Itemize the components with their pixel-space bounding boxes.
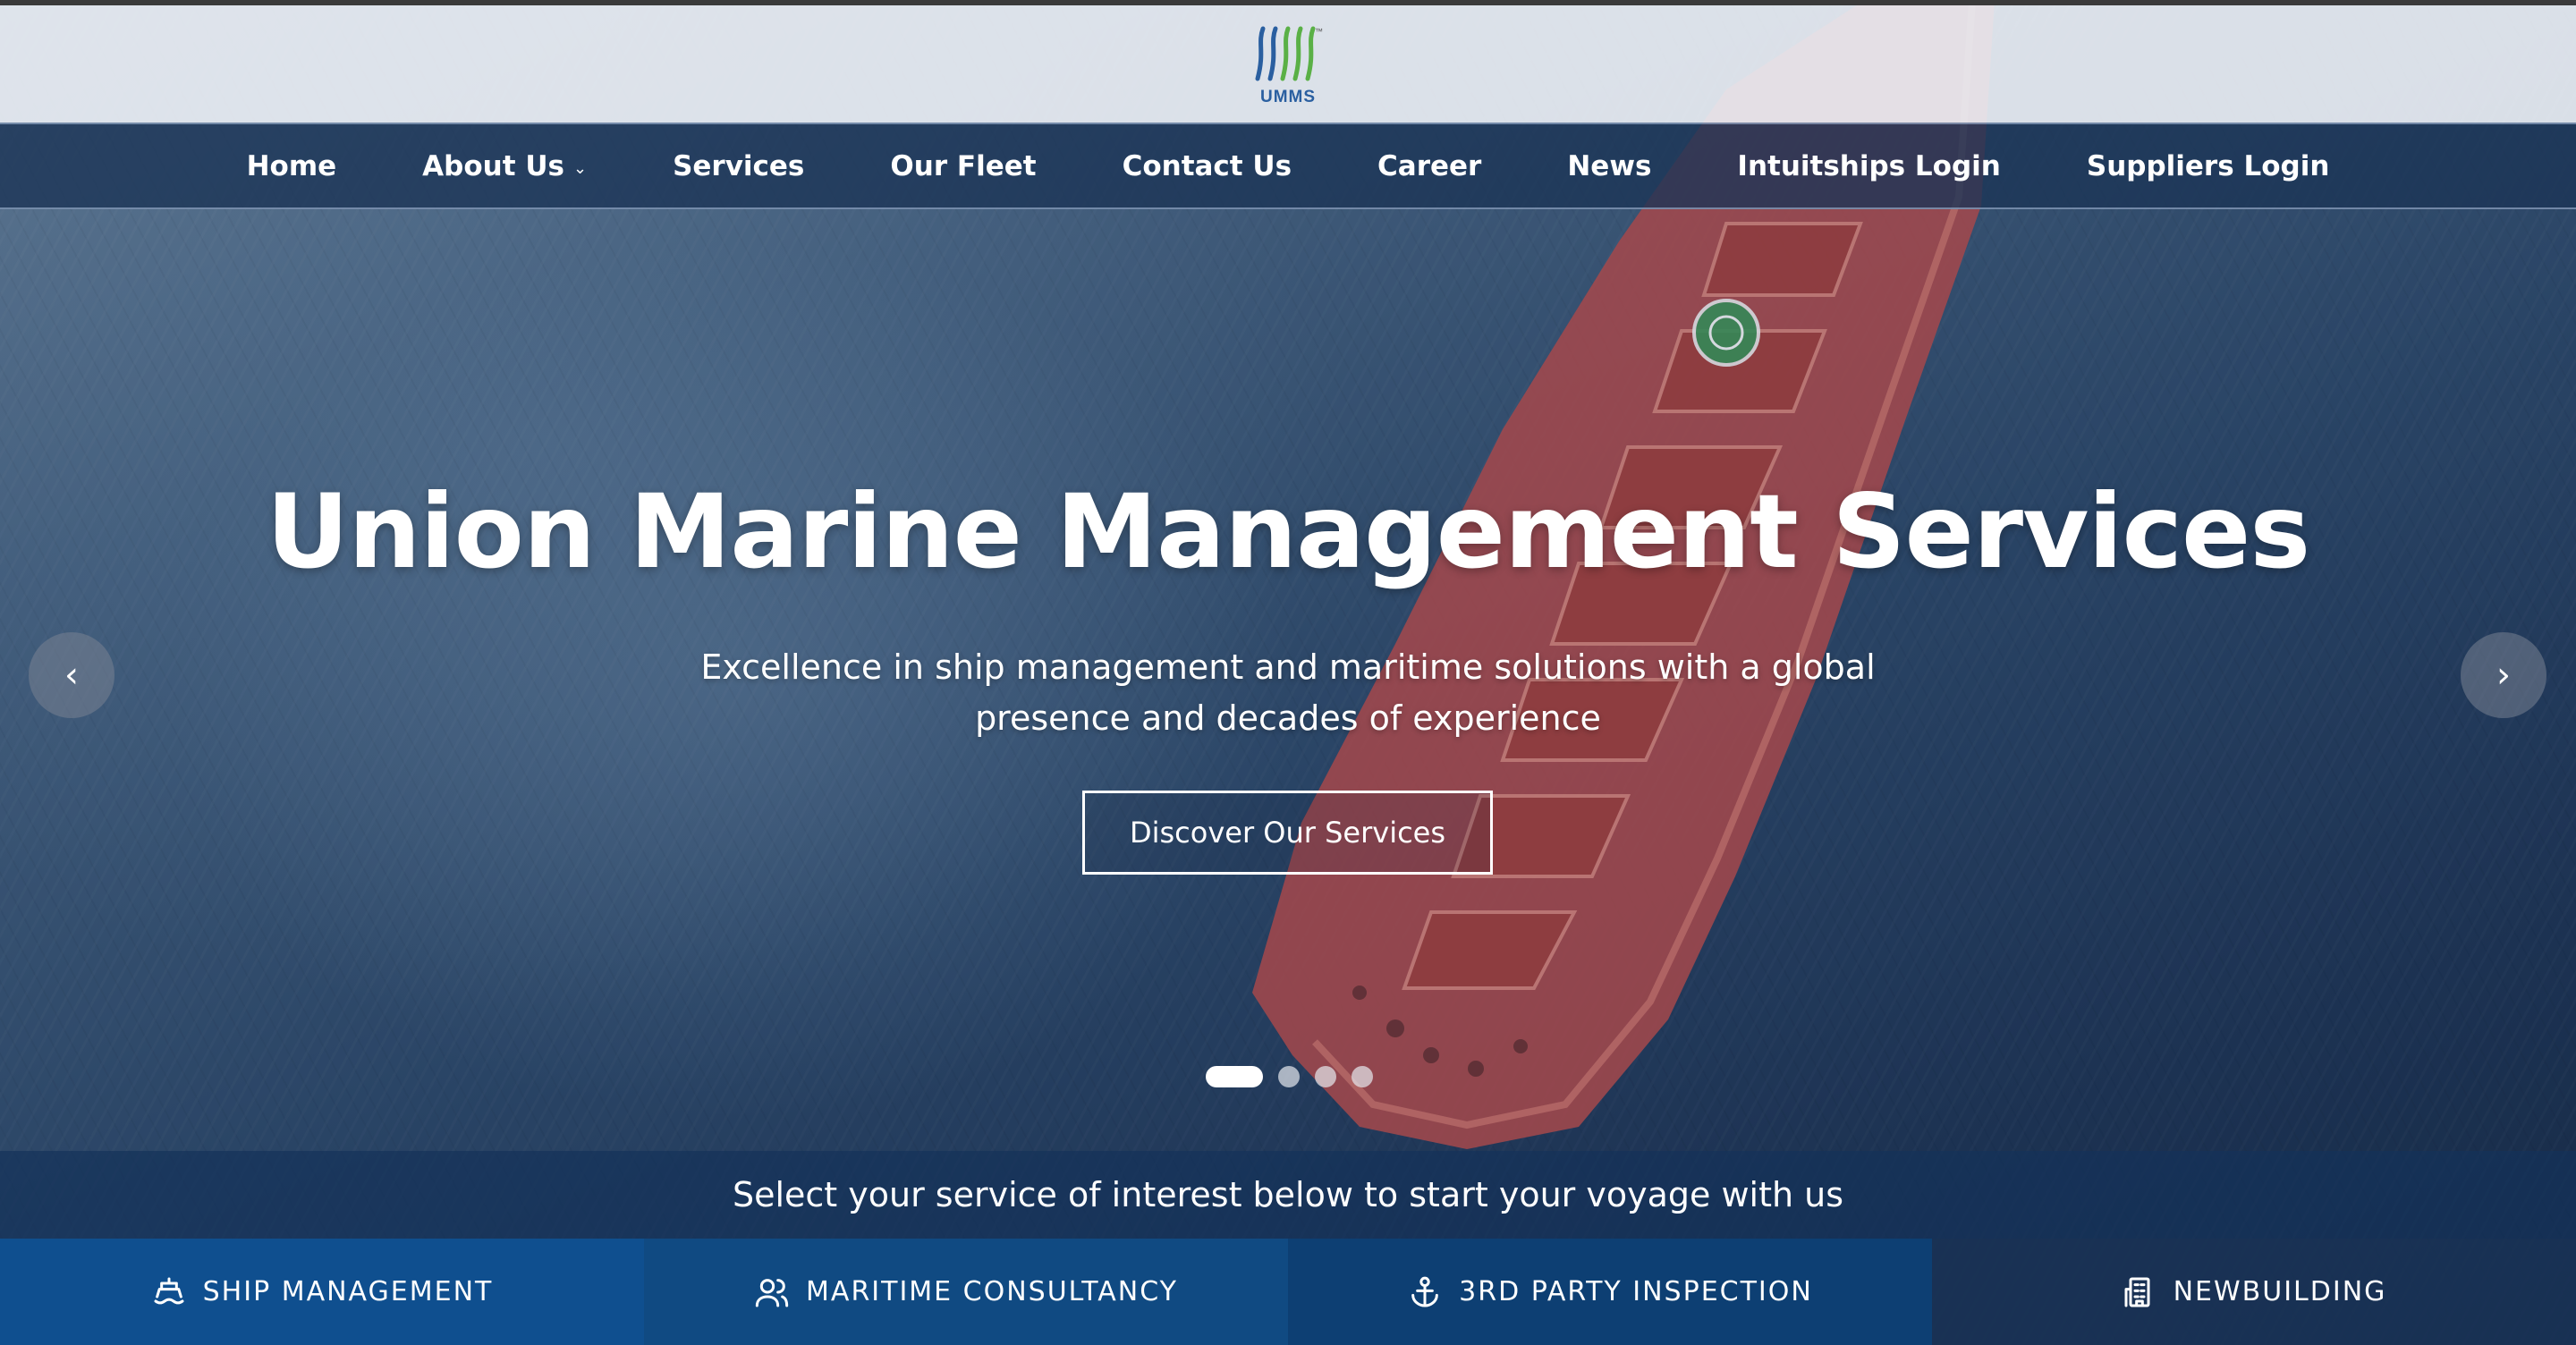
service-prompt: Select your service of interest below to… xyxy=(0,1151,2576,1239)
nav-label: Intuitships Login xyxy=(1737,149,2001,182)
chevron-down-icon: ⌄ xyxy=(572,159,588,178)
logo-text: UMMS xyxy=(1259,87,1317,106)
tab-label: 3RD PARTY INSPECTION xyxy=(1459,1276,1813,1307)
main-nav: Home About Us ⌄ Services Our Fleet Contac… xyxy=(0,123,2576,209)
carousel-indicators xyxy=(1206,1066,1388,1087)
tab-label: MARITIME CONSULTANCY xyxy=(806,1276,1178,1307)
chevron-right-icon: › xyxy=(2496,655,2511,696)
tab-ship-management[interactable]: SHIP MANAGEMENT xyxy=(0,1239,644,1345)
carousel-dot[interactable] xyxy=(1278,1066,1300,1087)
tab-label: NEWBUILDING xyxy=(2173,1276,2387,1307)
hero-subtitle-line-2: presence and decades of experience xyxy=(975,698,1601,738)
nav-item-contact-us[interactable]: Contact Us xyxy=(1123,150,1292,182)
tab-maritime-consultancy[interactable]: MARITIME CONSULTANCY xyxy=(644,1239,1288,1345)
nav-item-suppliers-login[interactable]: Suppliers Login xyxy=(2087,150,2330,182)
nav-label: Home xyxy=(246,149,337,182)
tab-3rd-party-inspection[interactable]: 3RD PARTY INSPECTION xyxy=(1288,1239,1932,1345)
hero-subtitle-line-1: Excellence in ship management and mariti… xyxy=(700,647,1876,687)
ship-icon xyxy=(154,1277,184,1304)
trademark-symbol: ™ xyxy=(1315,27,1323,36)
carousel-dot[interactable] xyxy=(1206,1066,1263,1087)
hero-title: Union Marine Management Services xyxy=(266,472,2310,591)
service-tabs: SHIP MANAGEMENT MARITIME CONSULTANCY 3RD… xyxy=(0,1239,2576,1345)
nav-item-home[interactable]: Home xyxy=(247,150,337,182)
nav-item-about-us[interactable]: About Us ⌄ xyxy=(422,150,587,182)
carousel-next-button[interactable]: › xyxy=(2461,632,2546,718)
nav-item-career[interactable]: Career xyxy=(1377,150,1481,182)
nav-label: Contact Us xyxy=(1122,149,1292,182)
hero-subtitle: Excellence in ship management and mariti… xyxy=(644,642,1932,744)
carousel-prev-button[interactable]: ‹ xyxy=(29,632,114,718)
nav-item-news[interactable]: News xyxy=(1567,150,1651,182)
tab-label: SHIP MANAGEMENT xyxy=(202,1276,494,1307)
umms-logo[interactable]: ™ UMMS xyxy=(1250,25,1326,107)
window-frame xyxy=(0,0,2576,5)
nav-label: Our Fleet xyxy=(890,149,1037,182)
logo-waves-icon: ™ xyxy=(1255,26,1323,80)
building-icon xyxy=(2124,1277,2150,1307)
nav-label: Career xyxy=(1377,149,1482,182)
nav-item-our-fleet[interactable]: Our Fleet xyxy=(890,150,1036,182)
site-header: ™ UMMS xyxy=(0,5,2576,123)
users-icon xyxy=(755,1278,789,1307)
nav-label: Services xyxy=(673,149,805,182)
nav-label: About Us xyxy=(422,149,564,182)
nav-item-intuitships-login[interactable]: Intuitships Login xyxy=(1737,150,2000,182)
chevron-left-icon: ‹ xyxy=(64,655,79,696)
tab-newbuilding[interactable]: NEWBUILDING xyxy=(1932,1239,2576,1345)
carousel-dot[interactable] xyxy=(1315,1066,1336,1087)
discover-services-button[interactable]: Discover Our Services xyxy=(1082,791,1493,875)
nav-item-services[interactable]: Services xyxy=(673,150,804,182)
anchor-icon xyxy=(1411,1276,1438,1307)
nav-label: Suppliers Login xyxy=(2086,149,2330,182)
carousel-dot[interactable] xyxy=(1352,1066,1373,1087)
nav-label: News xyxy=(1567,149,1652,182)
